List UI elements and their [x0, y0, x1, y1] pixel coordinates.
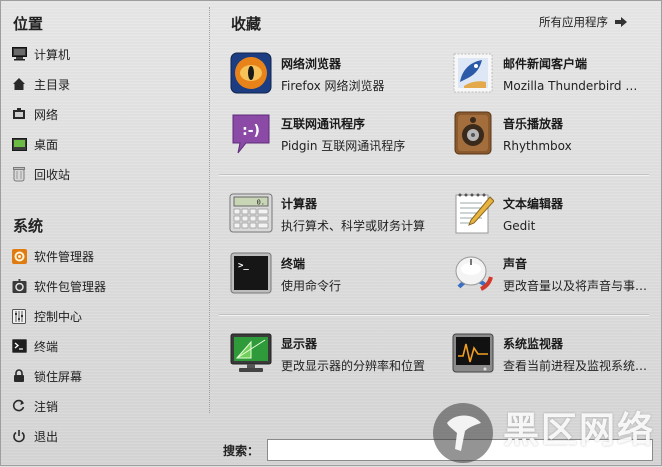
- app-calculator[interactable]: 0. 计算器 执行算术、科学或财务计算: [229, 191, 441, 243]
- firefox-icon: [229, 51, 273, 95]
- all-apps-button[interactable]: 所有应用程序: [539, 14, 627, 30]
- network-icon: [11, 106, 27, 122]
- computer-icon: [11, 46, 27, 62]
- column-divider: [209, 7, 210, 413]
- terminal-icon: [11, 338, 27, 354]
- system-item-logout[interactable]: 注销: [11, 395, 201, 417]
- terminal-app-icon: >_: [229, 251, 273, 295]
- places-item-desktop[interactable]: 桌面: [11, 133, 201, 155]
- system-item-control-center[interactable]: 控制中心: [11, 305, 201, 327]
- places-item-network[interactable]: 网络: [11, 103, 201, 125]
- software-manager-icon: [11, 248, 27, 264]
- app-system-monitor[interactable]: 系统监视器 查看当前进程及监视系统…: [451, 331, 662, 383]
- svg-text:>_: >_: [238, 261, 249, 271]
- calculator-icon: 0.: [229, 191, 273, 235]
- thunderbird-icon: [451, 51, 495, 95]
- system-monitor-icon: [451, 331, 495, 375]
- desktop-icon: [11, 136, 27, 152]
- package-manager-icon: [11, 278, 27, 294]
- system-title: 系统: [13, 217, 44, 235]
- system-item-lock-screen[interactable]: 锁住屏幕: [11, 365, 201, 387]
- app-mail-client[interactable]: 邮件新闻客户端 Mozilla Thunderbird …: [451, 51, 662, 103]
- left-panel: 位置 计算机 主目录 网络 桌面 回收站 系统 软件管理器 软件包管理器 控制中…: [1, 1, 209, 467]
- places-item-home[interactable]: 主目录: [11, 73, 201, 95]
- text-editor-icon: [451, 191, 495, 235]
- arrow-right-icon: [615, 17, 627, 27]
- search-label: 搜索：: [223, 444, 260, 458]
- system-item-terminal[interactable]: 终端: [11, 335, 201, 357]
- speaker-icon: [451, 111, 495, 155]
- svg-text::-): :-): [242, 123, 260, 139]
- app-web-browser[interactable]: 网络浏览器 Firefox 网络浏览器: [229, 51, 441, 103]
- display-icon: [229, 331, 273, 375]
- lock-icon: [11, 368, 27, 384]
- app-display[interactable]: 显示器 更改显示器的分辨率和位置: [229, 331, 441, 383]
- places-item-trash[interactable]: 回收站: [11, 163, 201, 185]
- system-item-software-manager[interactable]: 软件管理器: [11, 245, 201, 267]
- app-messenger[interactable]: :-) 互联网通讯程序 Pidgin 互联网通讯程序: [229, 111, 441, 163]
- app-sound[interactable]: 声音 更改音量以及将声音与事…: [451, 251, 662, 303]
- trash-icon: [11, 166, 27, 182]
- places-title: 位置: [13, 15, 44, 33]
- search-input[interactable]: [267, 439, 653, 461]
- logout-icon: [11, 398, 27, 414]
- favorites-divider-1: [219, 174, 649, 176]
- system-item-package-manager[interactable]: 软件包管理器: [11, 275, 201, 297]
- system-item-quit[interactable]: 退出: [11, 425, 201, 447]
- places-item-computer[interactable]: 计算机: [11, 43, 201, 65]
- app-terminal[interactable]: >_ 终端 使用命令行: [229, 251, 441, 303]
- pidgin-icon: :-): [229, 111, 273, 155]
- favorites-title: 收藏: [231, 15, 262, 33]
- application-menu: 位置 计算机 主目录 网络 桌面 回收站 系统 软件管理器 软件包管理器 控制中…: [0, 0, 662, 466]
- app-text-editor[interactable]: 文本编辑器 Gedit: [451, 191, 662, 243]
- home-icon: [11, 76, 27, 92]
- sound-icon: [451, 251, 495, 295]
- power-icon: [11, 428, 27, 444]
- svg-text:0.: 0.: [257, 199, 265, 207]
- app-music-player[interactable]: 音乐播放器 Rhythmbox: [451, 111, 662, 163]
- favorites-divider-2: [219, 314, 649, 316]
- control-center-icon: [11, 308, 27, 324]
